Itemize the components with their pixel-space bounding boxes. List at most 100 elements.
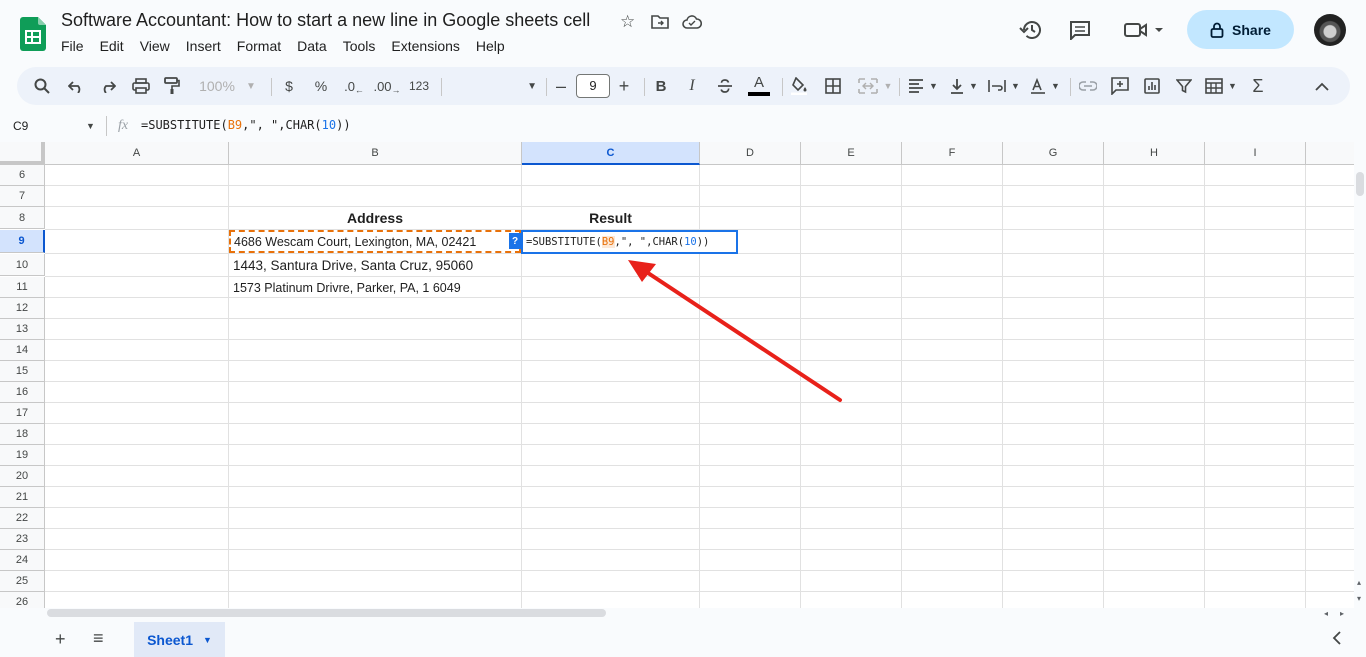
formula-help-badge[interactable]: ? [509,233,521,249]
column-header-b[interactable]: B [229,142,522,165]
menu-help[interactable]: Help [468,37,513,55]
insert-chart-icon[interactable] [1141,67,1163,105]
column-header-j[interactable] [1306,142,1354,165]
paint-format-icon[interactable] [161,67,183,105]
add-sheet-button[interactable]: + [55,629,66,650]
column-header-f[interactable]: F [902,142,1003,165]
row-header[interactable]: 22 [0,508,45,529]
column-header-d[interactable]: D [700,142,801,165]
bold-button[interactable]: B [652,67,670,105]
avatar[interactable] [1314,14,1346,46]
row-header[interactable]: 25 [0,571,45,592]
decrease-decimal-button[interactable]: .0 ← [343,67,365,105]
vertical-align-icon[interactable]: ▼ [946,67,982,105]
menu-edit[interactable]: Edit [92,37,132,55]
column-header-h[interactable]: H [1104,142,1205,165]
filter-icon[interactable] [1173,67,1195,105]
row-header[interactable]: 23 [0,529,45,550]
row-header[interactable]: 18 [0,424,45,445]
menu-extensions[interactable]: Extensions [383,37,467,55]
cloud-status-icon[interactable] [682,14,703,34]
row-header[interactable]: 11 [0,277,45,298]
decrease-font-size-icon[interactable]: – [553,67,569,105]
undo-icon[interactable] [65,67,87,105]
sheet-tab-chevron-icon[interactable]: ▼ [203,635,212,645]
fill-color-icon[interactable] [789,67,809,105]
sheets-logo-icon[interactable] [20,17,46,51]
menu-insert[interactable]: Insert [178,37,229,55]
scroll-right-icon[interactable]: ▸ [1340,609,1344,618]
scroll-left-icon[interactable]: ◂ [1324,609,1328,618]
strikethrough-icon[interactable] [715,67,735,105]
row-header-selected[interactable]: 9 [0,230,45,253]
all-sheets-button[interactable]: ≡ [93,628,104,649]
name-box[interactable]: C9 [13,119,28,133]
row-header[interactable]: 6 [0,165,45,186]
horizontal-scrollbar[interactable] [47,609,606,617]
currency-format-button[interactable]: $ [279,67,299,105]
percent-format-button[interactable]: % [311,67,331,105]
version-history-icon[interactable] [1019,19,1043,45]
row-header[interactable]: 16 [0,382,45,403]
increase-decimal-button[interactable]: .00 → [373,67,401,105]
name-box-chevron-icon[interactable]: ▼ [86,121,95,131]
row-header[interactable]: 10 [0,254,45,276]
menu-tools[interactable]: Tools [335,37,384,55]
select-all-corner[interactable] [0,142,45,165]
zoom-select[interactable]: 100% [195,67,239,105]
row-header[interactable]: 26 [0,592,45,608]
increase-font-size-icon[interactable]: + [616,67,632,105]
column-header-a[interactable]: A [45,142,229,165]
text-rotation-icon[interactable]: ▼ [1027,67,1063,105]
functions-button[interactable]: Σ [1248,67,1268,105]
column-header-i[interactable]: I [1205,142,1306,165]
text-wrapping-icon[interactable]: ▼ [986,67,1022,105]
column-header-c[interactable]: C [522,142,700,165]
insert-link-icon[interactable] [1077,67,1099,105]
italic-button[interactable]: I [683,67,701,105]
cell-b10[interactable]: 1443, Santura Drive, Santa Cruz, 95060 [229,254,521,276]
row-header[interactable]: 21 [0,487,45,508]
sheet-grid[interactable]: A B C D E F G H I 6 7 8 9 10 11 12 13 14… [0,142,1354,608]
zoom-chevron-icon[interactable]: ▼ [244,67,258,105]
scroll-up-icon[interactable]: ▴ [1357,578,1361,587]
cell-b8-header[interactable]: Address [229,207,521,229]
comments-icon[interactable] [1069,20,1091,44]
row-header[interactable]: 14 [0,340,45,361]
cell-c8-header[interactable]: Result [522,207,699,229]
column-header-e[interactable]: E [801,142,902,165]
menu-data[interactable]: Data [289,37,335,55]
menu-view[interactable]: View [132,37,178,55]
sheet-tab-sheet1[interactable]: Sheet1 ▼ [134,622,225,657]
horizontal-align-icon[interactable]: ▼ [905,67,941,105]
print-icon[interactable] [130,67,152,105]
row-header[interactable]: 13 [0,319,45,340]
row-header[interactable]: 24 [0,550,45,571]
search-menus-icon[interactable] [31,67,53,105]
merge-cells-icon[interactable]: ▼ [855,67,895,105]
document-title[interactable]: Software Accountant: How to start a new … [61,10,590,31]
vertical-scrollbar[interactable] [1356,172,1364,196]
font-family-select[interactable]: ▼ [447,67,537,105]
star-icon[interactable]: ☆ [620,13,635,30]
formula-input[interactable]: =SUBSTITUTE(B9,", ",CHAR(10)) [141,118,351,132]
row-header[interactable]: 19 [0,445,45,466]
scroll-down-icon[interactable]: ▾ [1357,594,1361,603]
borders-icon[interactable] [823,67,843,105]
insert-comment-icon[interactable] [1109,67,1131,105]
font-size-input[interactable]: 9 [576,74,610,98]
menu-file[interactable]: File [53,37,92,55]
row-header[interactable]: 17 [0,403,45,424]
row-header[interactable]: 12 [0,298,45,319]
text-color-button[interactable]: A [747,67,771,105]
menu-format[interactable]: Format [229,37,289,55]
move-folder-icon[interactable] [651,14,669,34]
row-header[interactable]: 15 [0,361,45,382]
redo-icon[interactable] [97,67,119,105]
meet-icon[interactable] [1124,21,1166,43]
cell-b9[interactable]: 4686 Wescam Court, Lexington, MA, 02421 [229,230,521,253]
collapse-toolbar-icon[interactable] [1311,67,1333,105]
share-button[interactable]: Share [1187,10,1294,49]
column-header-g[interactable]: G [1003,142,1104,165]
row-header[interactable]: 7 [0,186,45,207]
